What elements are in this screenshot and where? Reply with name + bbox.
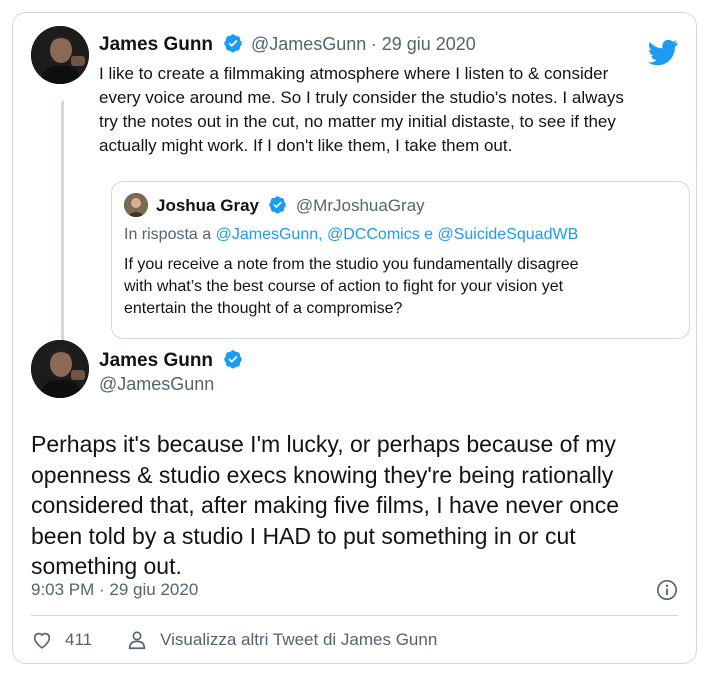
tweet-embed-card: James Gunn @JamesGunn · 29 giu 2020 I li… bbox=[12, 12, 697, 664]
like-count[interactable]: 411 bbox=[65, 630, 92, 650]
thread-line bbox=[61, 101, 64, 341]
text-line: with what’s the best course of action to… bbox=[124, 278, 564, 295]
avatar[interactable] bbox=[31, 340, 89, 398]
more-tweets-link[interactable]: Visualizza altri Tweet di James Gunn bbox=[160, 630, 437, 650]
verified-badge-icon bbox=[223, 350, 242, 369]
quoted-tweet-text: If you receive a note from the studio yo… bbox=[124, 254, 679, 320]
person-icon bbox=[128, 631, 146, 650]
text-line: If you receive a note from the studio yo… bbox=[124, 256, 579, 273]
text-line: Perhaps it's because I'm lucky, or perha… bbox=[31, 431, 616, 457]
avatar[interactable] bbox=[31, 26, 89, 84]
author-name[interactable]: James Gunn bbox=[99, 350, 213, 371]
text-line: openness & studio execs knowing they're … bbox=[31, 461, 614, 488]
quoted-tweet[interactable]: Joshua Gray @MrJoshuaGray In risposta a … bbox=[111, 181, 690, 339]
tweet-actions: 411 Visualizza altri Tweet di James Gunn bbox=[31, 629, 437, 651]
text-line: entertain the thought of a compromise? bbox=[124, 300, 403, 317]
quoted-tweet-header: Joshua Gray @MrJoshuaGray bbox=[156, 195, 425, 216]
parent-tweet-header: James Gunn @JamesGunn · 29 giu 2020 bbox=[99, 33, 476, 56]
avatar-photo bbox=[31, 26, 89, 84]
text-line: I like to create a filmmaking atmosphere… bbox=[99, 64, 609, 83]
text-line: every voice around me. So I truly consid… bbox=[99, 88, 624, 107]
verified-badge-icon bbox=[223, 34, 242, 53]
tweet-date[interactable]: · 29 giu 2020 bbox=[371, 34, 476, 54]
avatar-photo bbox=[124, 193, 148, 217]
text-line: actually might work. If I don't like the… bbox=[99, 136, 513, 155]
reply-targets[interactable]: @JamesGunn, @DCComics e @SuicideSquadWB bbox=[216, 226, 579, 243]
reply-context: In risposta a @JamesGunn, @DCComics e @S… bbox=[124, 226, 578, 244]
text-line: try the notes out in the cut, no matter … bbox=[99, 112, 616, 131]
divider bbox=[31, 615, 678, 616]
author-handle: @MrJoshuaGray bbox=[295, 196, 425, 215]
reply-prefix: In risposta a bbox=[124, 226, 212, 243]
avatar-photo bbox=[31, 340, 89, 398]
text-line: something out. bbox=[31, 553, 182, 579]
info-icon[interactable] bbox=[656, 579, 678, 601]
main-tweet-header: James Gunn bbox=[99, 349, 247, 372]
text-line: considered that, after making five films… bbox=[31, 492, 620, 518]
avatar bbox=[124, 193, 148, 217]
author-handle[interactable]: @JamesGunn bbox=[251, 34, 366, 54]
heart-icon[interactable] bbox=[31, 629, 53, 651]
verified-badge-icon bbox=[269, 196, 287, 214]
text-line: been told by a studio I HAD to put somet… bbox=[31, 522, 576, 549]
author-name: Joshua Gray bbox=[156, 196, 259, 215]
main-tweet-text: Perhaps it's because I'm lucky, or perha… bbox=[31, 429, 671, 582]
parent-tweet-text: I like to create a filmmaking atmosphere… bbox=[99, 62, 679, 158]
author-name[interactable]: James Gunn bbox=[99, 34, 213, 55]
author-handle[interactable]: @JamesGunn bbox=[99, 374, 214, 395]
tweet-timestamp[interactable]: 9:03 PM · 29 giu 2020 bbox=[31, 580, 198, 600]
